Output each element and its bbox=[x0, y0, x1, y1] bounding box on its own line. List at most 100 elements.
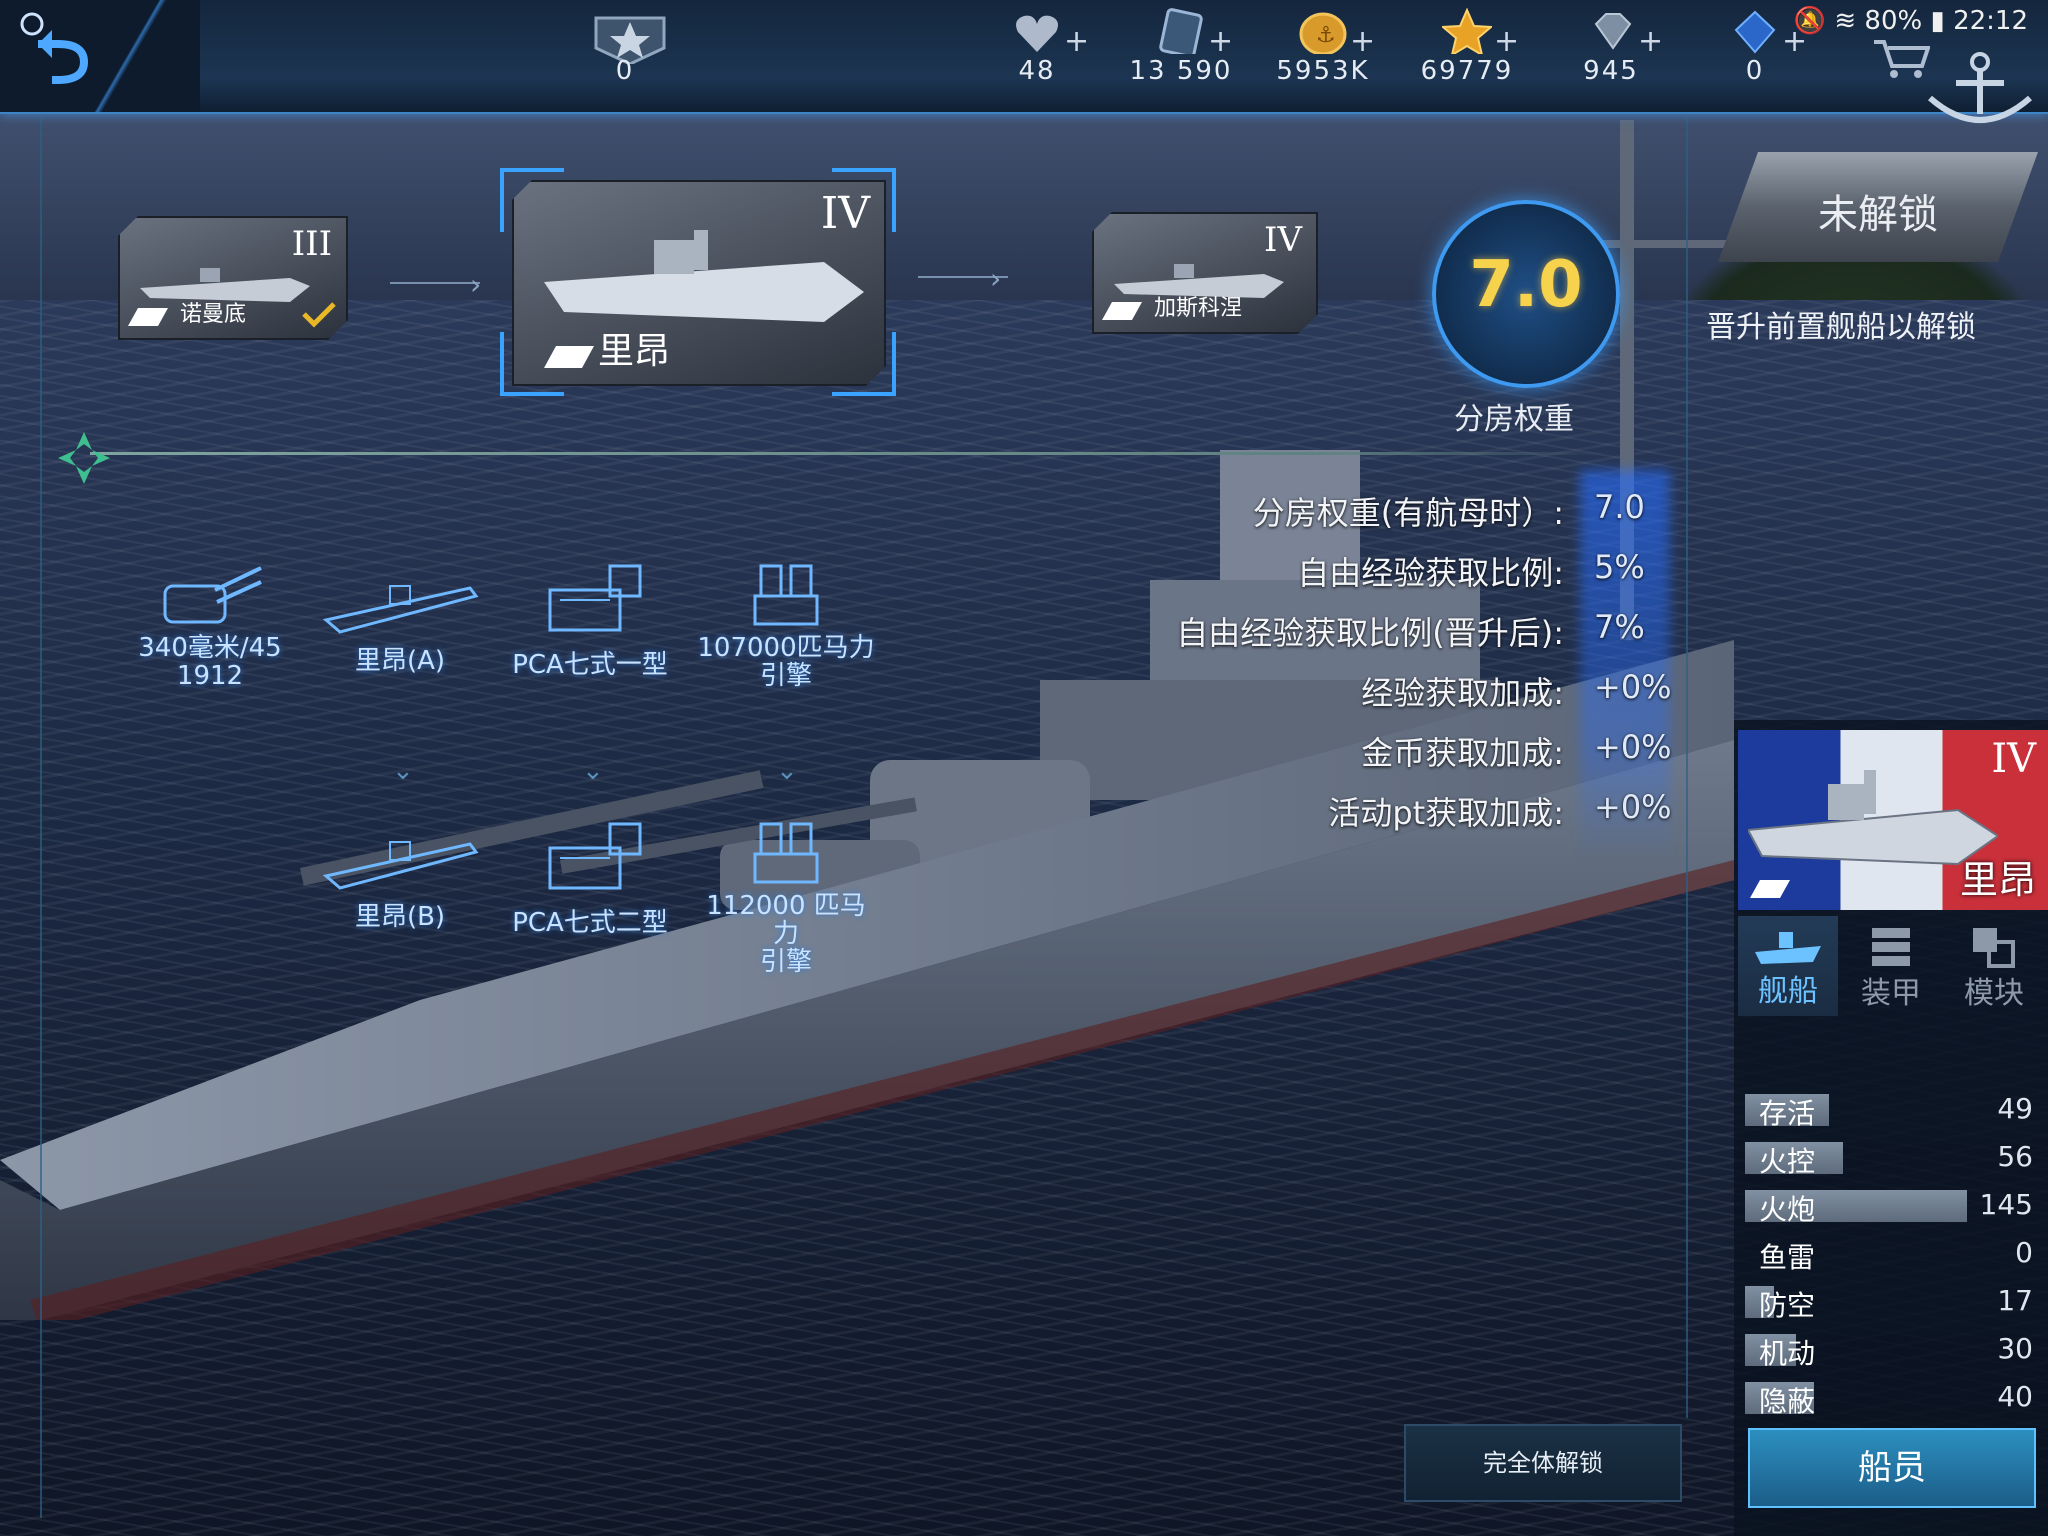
stat-label: 自由经验获取比例: bbox=[1297, 554, 1564, 592]
module-fire-control-1[interactable]: PCA七式一型 bbox=[500, 560, 680, 681]
battery-icon: ▮ bbox=[1930, 6, 1945, 36]
full-unlock-button[interactable]: 完全体解锁 bbox=[1404, 1424, 1682, 1502]
add-icon: + bbox=[1494, 24, 1520, 59]
back-button[interactable] bbox=[18, 10, 98, 94]
tab-ship[interactable]: 舰船 bbox=[1738, 916, 1838, 1016]
tab-label: 模块 bbox=[1964, 976, 2024, 1011]
france-flag-icon bbox=[128, 308, 168, 326]
stat-value: +0% bbox=[1594, 728, 1672, 766]
frame-left bbox=[40, 118, 42, 1518]
chevron-down-icon: ⌄ bbox=[392, 756, 414, 786]
heart-icon bbox=[1016, 15, 1058, 53]
stat-label: 存活 bbox=[1759, 1097, 1816, 1130]
panel-stat: 防空 17 bbox=[1745, 1282, 2035, 1322]
resource-value: 0 bbox=[615, 56, 635, 86]
chevron-right-icon: › bbox=[470, 268, 482, 301]
wifi-icon: ≋ bbox=[1834, 6, 1857, 36]
stat-value: 7.0 bbox=[1594, 488, 1645, 526]
stat-label: 金币获取加成: bbox=[1361, 734, 1564, 772]
chevron-down-icon: ⌄ bbox=[776, 756, 798, 786]
unlock-button-label: 未解锁 bbox=[1818, 192, 1938, 238]
engine-icon bbox=[753, 822, 819, 884]
panel-stat: 隐蔽 40 bbox=[1745, 1378, 2035, 1418]
unlock-hint: 晋升前置舰船以解锁 bbox=[1706, 310, 1976, 345]
crew-button[interactable]: 船员 bbox=[1748, 1428, 2036, 1508]
frame-right bbox=[1686, 118, 1688, 1418]
engine-icon bbox=[753, 564, 819, 626]
tab-label: 舰船 bbox=[1758, 974, 1818, 1009]
ship-card-next[interactable]: IV 加斯科涅 bbox=[1092, 212, 1318, 334]
armor-tab-icon bbox=[1872, 928, 1910, 966]
resource-star[interactable]: + 69779 bbox=[1402, 0, 1542, 100]
target-reticle-icon bbox=[58, 432, 110, 484]
stat-value: 56 bbox=[1997, 1140, 2033, 1173]
tab-armor[interactable]: 装甲 bbox=[1841, 916, 1941, 1016]
module-name: 里昂(A) bbox=[354, 646, 446, 676]
resource-blueprint[interactable]: + 13 590 bbox=[1116, 0, 1256, 100]
stat-label: 鱼雷 bbox=[1759, 1241, 1816, 1274]
ship-portrait: IV 里昂 bbox=[1738, 730, 2048, 910]
stat-row: 经验获取加成: +0% bbox=[1100, 664, 1671, 714]
ship-name: 加斯科涅 bbox=[1154, 296, 1243, 321]
anchor-icon[interactable] bbox=[1920, 52, 2040, 128]
module-fire-control-2[interactable]: PCA七式二型 bbox=[500, 818, 680, 939]
section-divider bbox=[90, 452, 1610, 455]
module-name: 340毫米/45 1912 bbox=[138, 633, 282, 691]
france-flag-icon bbox=[1102, 302, 1142, 320]
unlock-button[interactable]: 未解锁 bbox=[1718, 152, 2038, 262]
module-engine-2[interactable]: 112000 匹马力 引擎 bbox=[696, 818, 876, 976]
resource-rank[interactable]: 0 bbox=[560, 0, 700, 100]
matchmaking-rating-badge: 7.0 bbox=[1432, 200, 1620, 388]
module-main-gun[interactable]: 340毫米/45 1912 bbox=[120, 560, 300, 690]
ship-name: 里昂 bbox=[1959, 858, 2036, 902]
resource-value: 945 bbox=[1583, 56, 1639, 86]
tab-module[interactable]: 模块 bbox=[1944, 916, 2044, 1016]
stat-row: 自由经验获取比例: 5% bbox=[1100, 544, 1660, 594]
mute-icon: 🔕 bbox=[1793, 6, 1827, 36]
stat-label: 隐蔽 bbox=[1759, 1385, 1816, 1418]
rating-label: 分房权重 bbox=[1454, 402, 1574, 437]
top-bar: 0 + 48 + 13 590 ⚓ + 5953K + 69779 + 945 … bbox=[0, 0, 2048, 123]
stat-label: 分房权重(有航母时）: bbox=[1252, 494, 1564, 532]
stat-value: 30 bbox=[1997, 1332, 2033, 1365]
panel-stat: 存活 49 bbox=[1745, 1090, 2035, 1130]
resource-value: 5953K bbox=[1276, 56, 1370, 86]
module-name: PCA七式一型 bbox=[512, 650, 668, 680]
chevron-down-icon: ⌄ bbox=[582, 756, 604, 786]
module-name: 里昂(B) bbox=[354, 902, 446, 932]
module-hull-b[interactable]: 里昂(B) bbox=[310, 822, 490, 933]
ship-card-prev[interactable]: III 诺曼底 bbox=[118, 216, 348, 340]
ship-name: 里昂 bbox=[598, 331, 671, 372]
stat-row: 自由经验获取比例(晋升后): 7% bbox=[1100, 604, 1660, 654]
stat-label: 机动 bbox=[1759, 1337, 1816, 1370]
hull-icon bbox=[322, 585, 479, 634]
stat-row: 金币获取加成: +0% bbox=[1100, 724, 1671, 774]
checkmark-icon bbox=[302, 302, 336, 328]
hull-icon bbox=[322, 841, 479, 890]
ship-name: 诺曼底 bbox=[180, 302, 247, 327]
stat-label: 火炮 bbox=[1759, 1193, 1816, 1226]
add-icon: + bbox=[1638, 24, 1664, 59]
gold-star-icon bbox=[1442, 8, 1492, 54]
resource-value: 0 bbox=[1745, 56, 1765, 86]
stat-value: +0% bbox=[1594, 668, 1672, 706]
stat-value: 0 bbox=[2015, 1236, 2033, 1269]
stat-value: 7% bbox=[1594, 608, 1645, 646]
resource-diamond[interactable]: + 945 bbox=[1546, 0, 1686, 100]
stat-value: 5% bbox=[1594, 548, 1645, 586]
stat-row: 活动pt获取加成: +0% bbox=[1100, 784, 1671, 834]
resource-heart[interactable]: + 48 bbox=[972, 0, 1112, 100]
panel-stat: 火炮 145 bbox=[1745, 1186, 2035, 1226]
system-status-bar: 🔕 ≋ 80% ▮ 22:12 bbox=[1794, 6, 2028, 36]
panel-stat: 鱼雷 0 bbox=[1745, 1234, 2035, 1274]
resource-gold[interactable]: ⚓ + 5953K bbox=[1258, 0, 1398, 100]
module-engine-1[interactable]: 107000匹马力 引擎 bbox=[696, 560, 876, 690]
rating-value: 7.0 bbox=[1469, 248, 1583, 322]
ship-thumbnail bbox=[544, 222, 864, 332]
stat-value: 49 bbox=[1997, 1092, 2033, 1125]
battery-percent: 80% bbox=[1864, 6, 1923, 36]
ship-card-current[interactable]: IV 里昂 bbox=[512, 180, 886, 386]
module-hull-a[interactable]: 里昂(A) bbox=[310, 566, 490, 677]
blueprint-icon bbox=[1159, 8, 1203, 54]
stat-label: 防空 bbox=[1759, 1289, 1816, 1322]
